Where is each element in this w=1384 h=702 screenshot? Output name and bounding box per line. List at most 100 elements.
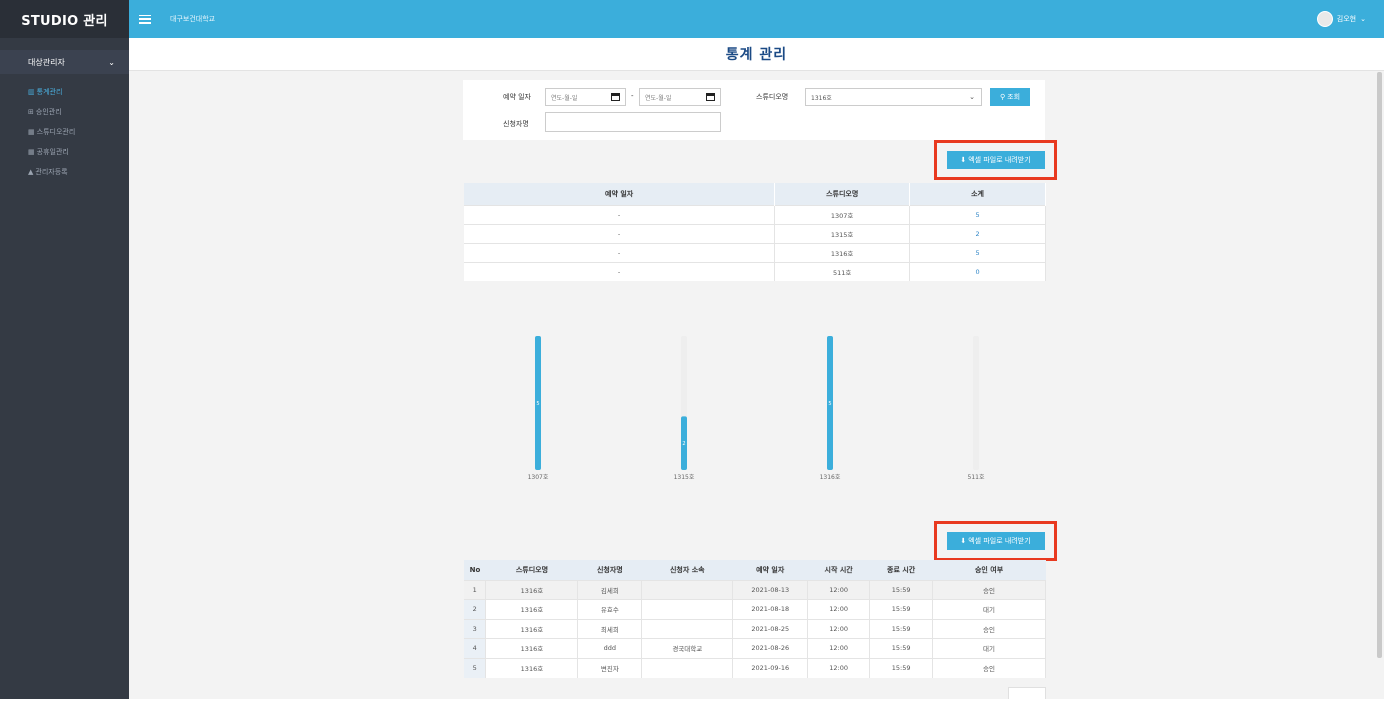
x-tick-label: 1307호 (528, 474, 549, 481)
table-cell: 12:00 (807, 599, 871, 619)
table-cell: 12:00 (807, 657, 871, 678)
table-cell: 5 (909, 204, 1046, 224)
table-row: -1316호 5 (464, 242, 1046, 262)
sidebar-group-admin[interactable]: 대상관리자 ⌄ (0, 50, 129, 74)
table-cell: 최세희 (577, 618, 643, 639)
approve-icon: ⊞ (28, 108, 34, 116)
search-button[interactable]: ⚲ 조회 (990, 88, 1030, 106)
filter-panel: 예약 일자 연도-월-일 - 연도-월-일 스튜디오명 1316호 ⌄ ⚲ 조회… (463, 80, 1045, 140)
calendar-icon[interactable] (706, 93, 715, 101)
sidebar: STUDIO 관리 대상관리자 ⌄ ▥ 통계관리 ⊞ 승인관리 ▦ 스튜디오관리 ▦ 공휴일관… (0, 0, 129, 699)
table-cell (641, 657, 734, 678)
date-from-input[interactable]: 연도-월-일 (545, 88, 626, 106)
table-row: -1307호 5 (464, 204, 1046, 224)
page-header: 통계 관리 (129, 38, 1384, 71)
top-bar: 대구보건대학교 김오현 ⌄ (129, 0, 1384, 38)
column-header: 예약 일자 (464, 183, 776, 205)
sidebar-item-label: 관리자등록 (35, 168, 68, 176)
summary-table: 예약 일자 스튜디오명 소계 -1307호 5-1315호 2-1316호 5-511호 0 (464, 183, 1046, 281)
organization-name: 대구보건대학교 (170, 15, 216, 23)
excel-download-button[interactable]: ⬇ 엑셀 파일로 내려받기 (946, 151, 1045, 169)
calendar-icon: ▦ (28, 128, 35, 136)
table-cell: 대기 (932, 599, 1046, 619)
table-cell: 2 (464, 599, 487, 619)
sidebar-item-1[interactable]: ⊞ 승인관리 (28, 102, 129, 122)
table-cell: 15:59 (869, 579, 934, 600)
table-cell (641, 618, 734, 639)
bar-value-label: 5 (536, 401, 539, 407)
table-cell: 2021-09-16 (732, 657, 809, 678)
column-header: 소계 (909, 183, 1046, 205)
table-cell (641, 579, 734, 600)
studio-select[interactable]: 1316호 ⌄ (805, 88, 982, 106)
column-header: 승인 여부 (932, 560, 1046, 580)
x-tick-label: 1315호 (674, 474, 695, 481)
table-cell: 1316호 (485, 618, 579, 639)
table-header: No 스튜디오명 신청자명 신청자 소속 예약 일자 시작 시간 종료 시간 승인 여부 (464, 560, 1046, 580)
column-header: 신청자명 (577, 560, 642, 580)
sidebar-item-0[interactable]: ▥ 통계관리 (28, 82, 129, 102)
sidebar-item-3[interactable]: ▦ 공휴일관리 (28, 142, 129, 162)
table-cell: 변진자 (577, 657, 643, 678)
table-cell: 1316호 (774, 242, 911, 262)
table-cell: - (464, 261, 776, 281)
excel-download-button[interactable]: ⬇ 엑셀 파일로 내려받기 (946, 532, 1045, 550)
table-cell: - (464, 223, 776, 243)
table-row[interactable]: 4 1316호 ddd 경국대학교 2021-08-26 12:00 15:59 대기 (464, 638, 1046, 658)
pagination[interactable] (1008, 687, 1046, 699)
excel-download-highlight: ⬇ 엑셀 파일로 내려받기 (934, 521, 1057, 561)
date-label: 예약 일자 (503, 93, 531, 101)
column-header: 신청자 소속 (641, 560, 733, 580)
excel-download-highlight: ⬇ 엑셀 파일로 내려받기 (934, 140, 1057, 180)
chevron-down-icon: ⌄ (1360, 15, 1366, 23)
hamburger-menu-icon[interactable] (139, 14, 151, 24)
column-header: 스튜디오명 (485, 560, 578, 580)
table-row: -511호 0 (464, 261, 1046, 281)
table-cell: 12:00 (807, 579, 871, 600)
sidebar-item-label: 통계관리 (36, 88, 63, 96)
table-cell: 승인 (932, 657, 1046, 678)
table-header: 예약 일자 스튜디오명 소계 (464, 183, 1046, 205)
table-cell: 2021-08-18 (732, 599, 809, 619)
table-row[interactable]: 2 1316호 유효수 2021-08-18 12:00 15:59 대기 (464, 599, 1046, 619)
sidebar-item-2[interactable]: ▦ 스튜디오관리 (28, 122, 129, 142)
brand-logo[interactable]: STUDIO 관리 (0, 0, 129, 38)
main-content: 통계 관리 예약 일자 연도-월-일 - 연도-월-일 스튜디오명 1316호 … (129, 38, 1384, 699)
table-cell: - (464, 242, 776, 262)
date-separator: - (631, 92, 634, 100)
table-cell (641, 599, 734, 619)
date-to-input[interactable]: 연도-월-일 (639, 88, 721, 106)
studio-bar-chart: 5 1307호 2 1315호 5 1316호 511호 (464, 298, 1046, 498)
table-cell: - (464, 204, 776, 224)
search-icon: ⚲ (999, 93, 1006, 101)
sidebar-item-4[interactable]: ▲ 관리자등록 (28, 162, 129, 182)
table-cell: 12:00 (807, 638, 871, 658)
table-row[interactable]: 5 1316호 변진자 2021-09-16 12:00 15:59 승인 (464, 657, 1046, 678)
table-row: -1315호 2 (464, 223, 1046, 243)
user-name: 김오현 (1336, 15, 1357, 23)
applicant-input[interactable] (545, 112, 721, 132)
x-tick-label: 511호 (968, 474, 985, 481)
download-icon: ⬇ (960, 537, 967, 545)
column-header: 시작 시간 (807, 560, 870, 580)
bar-value-label: 2 (682, 441, 685, 447)
table-cell: 15:59 (869, 657, 934, 678)
table-row[interactable]: 1 1316호 김세희 2021-08-13 12:00 15:59 승인 (464, 579, 1046, 600)
sidebar-item-label: 승인관리 (35, 108, 62, 116)
person-icon: ▲ (28, 168, 34, 176)
table-cell: 4 (464, 638, 487, 658)
table-cell: 1316호 (485, 657, 579, 678)
user-menu[interactable]: 김오현 ⌄ (1316, 11, 1366, 27)
calendar-icon[interactable] (611, 93, 620, 101)
table-cell: ddd (577, 638, 643, 658)
table-cell: 1307호 (774, 204, 911, 224)
bar-chart-svg: 5 1307호 2 1315호 5 1316호 511호 (528, 336, 985, 481)
table-cell: 15:59 (869, 618, 934, 639)
table-row[interactable]: 3 1316호 최세희 2021-08-25 12:00 15:59 승인 (464, 618, 1046, 639)
reservation-table: No 스튜디오명 신청자명 신청자 소속 예약 일자 시작 시간 종료 시간 승인 여부 11… (464, 560, 1046, 678)
table-cell: 승인 (932, 579, 1046, 600)
column-header: No (464, 560, 486, 580)
column-header: 스튜디오명 (774, 183, 911, 205)
applicant-label: 신청자명 (503, 120, 529, 128)
scrollbar[interactable] (1377, 72, 1382, 658)
